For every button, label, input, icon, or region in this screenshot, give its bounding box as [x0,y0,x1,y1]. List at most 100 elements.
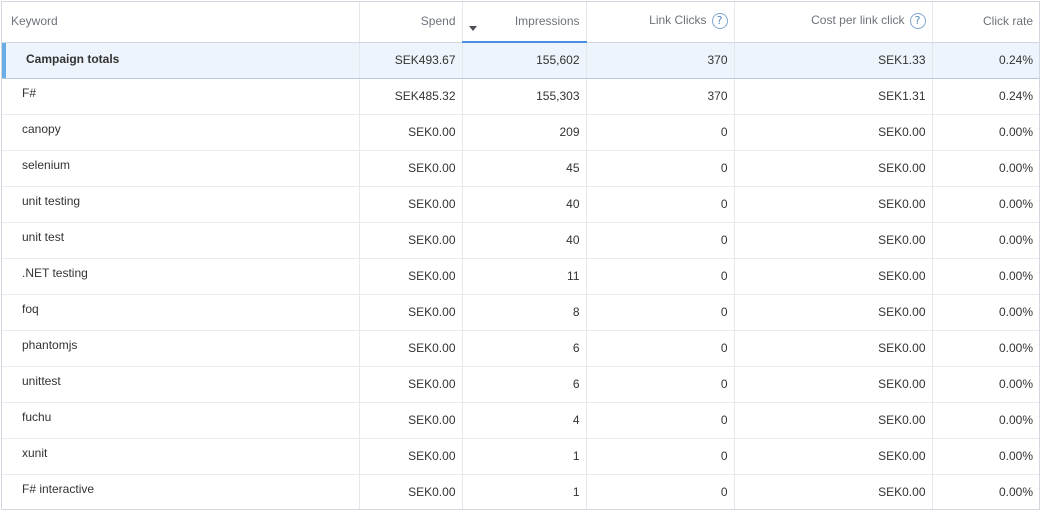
click-rate-cell: 0.00% [932,258,1039,295]
spend-cell: SEK0.00 [359,150,463,187]
totals-label: Campaign totals [26,52,120,66]
totals-keyword-cell: Campaign totals [2,42,360,79]
spend-cell: SEK0.00 [359,186,463,223]
cost-per-link-click-cell: SEK1.31 [734,78,933,115]
impressions-cell: 11 [462,258,587,295]
column-header-label: Link Clicks [649,12,707,27]
column-header-keyword[interactable]: Keyword [2,2,360,43]
cost-per-link-click-cell: SEK0.00 [734,294,933,331]
link-clicks-cell: 0 [586,222,735,259]
table-row[interactable]: xunit SEK0.00 1 0 SEK0.00 0.00% [2,438,1039,475]
table-row[interactable]: selenium SEK0.00 45 0 SEK0.00 0.00% [2,150,1039,187]
keyword-cell: fuchu [2,402,360,439]
keyword-label: canopy [22,122,61,136]
column-header-label: Cost per link click [811,12,905,27]
keyword-cell: F# [2,78,360,115]
spend-cell: SEK0.00 [359,222,463,259]
cost-per-link-click-cell: SEK0.00 [734,186,933,223]
table-row[interactable]: unit testing SEK0.00 40 0 SEK0.00 0.00% [2,186,1039,223]
keyword-cell: xunit [2,438,360,475]
table-row[interactable]: phantomjs SEK0.00 6 0 SEK0.00 0.00% [2,330,1039,367]
table-body: Campaign totals SEK493.67 155,602 370 SE… [2,42,1039,509]
keyword-label: .NET testing [22,266,88,280]
help-icon[interactable]: ? [909,12,926,29]
impressions-cell: 6 [462,330,587,367]
keyword-label: selenium [22,158,71,172]
table-row[interactable]: canopy SEK0.00 209 0 SEK0.00 0.00% [2,114,1039,151]
keyword-label: unittest [22,374,61,388]
link-clicks-cell: 0 [586,114,735,151]
spend-cell: SEK485.32 [359,78,463,115]
click-rate-cell: 0.00% [932,186,1039,223]
table-row[interactable]: F# interactive SEK0.00 1 0 SEK0.00 0.00% [2,474,1039,509]
column-header-label: Keyword [11,13,58,28]
header-row: Keyword Spend Impressions Link Clicks? C… [2,2,1039,43]
link-clicks-cell: 0 [586,150,735,187]
column-header-label: Spend [420,13,456,28]
link-clicks-cell: 0 [586,474,735,509]
keyword-label: F# [22,86,37,100]
link-clicks-cell: 0 [586,258,735,295]
link-clicks-cell: 0 [586,438,735,475]
impressions-cell: 40 [462,222,587,259]
link-clicks-cell: 0 [586,402,735,439]
column-header-label: Impressions [514,13,580,28]
cost-per-link-click-cell: SEK0.00 [734,402,933,439]
column-header-cost-per-link-click[interactable]: Cost per link click? [734,2,933,43]
sort-descending-icon [468,26,477,31]
click-rate-cell: 0.00% [932,150,1039,187]
keyword-label: unit testing [22,194,81,208]
cost-per-link-click-cell: SEK0.00 [734,150,933,187]
link-clicks-cell: 0 [586,330,735,367]
spend-cell: SEK0.00 [359,474,463,509]
keyword-label: phantomjs [22,338,78,352]
campaign-totals-row: Campaign totals SEK493.67 155,602 370 SE… [2,42,1039,79]
table-row[interactable]: F# SEK485.32 155,303 370 SEK1.31 0.24% [2,78,1039,115]
spend-cell: SEK0.00 [359,438,463,475]
keyword-cell: unittest [2,366,360,403]
keyword-cell: unit testing [2,186,360,223]
keyword-cell: phantomjs [2,330,360,367]
spend-cell: SEK0.00 [359,402,463,439]
keyword-cell: F# interactive [2,474,360,509]
keyword-label: unit test [22,230,65,244]
cost-per-link-click-cell: SEK0.00 [734,258,933,295]
cost-per-link-click-cell: SEK0.00 [734,438,933,475]
column-header-impressions[interactable]: Impressions [462,2,587,43]
impressions-cell: 209 [462,114,587,151]
keyword-cell: foq [2,294,360,331]
totals-click-rate-cell: 0.24% [932,42,1039,79]
column-header-spend[interactable]: Spend [359,2,463,43]
click-rate-cell: 0.00% [932,330,1039,367]
cost-per-link-click-cell: SEK0.00 [734,114,933,151]
column-header-link-clicks[interactable]: Link Clicks? [586,2,735,43]
link-clicks-cell: 370 [586,78,735,115]
keyword-cell: selenium [2,150,360,187]
column-header-click-rate[interactable]: Click rate [932,2,1039,43]
column-header-label: Click rate [982,13,1033,28]
table-row[interactable]: foq SEK0.00 8 0 SEK0.00 0.00% [2,294,1039,331]
keyword-cell: .NET testing [2,258,360,295]
help-icon[interactable]: ? [711,12,728,29]
keyword-report-table-container: Keyword Spend Impressions Link Clicks? C… [1,1,1040,510]
impressions-cell: 45 [462,150,587,187]
table-row[interactable]: unittest SEK0.00 6 0 SEK0.00 0.00% [2,366,1039,403]
table-row[interactable]: fuchu SEK0.00 4 0 SEK0.00 0.00% [2,402,1039,439]
table-row[interactable]: .NET testing SEK0.00 11 0 SEK0.00 0.00% [2,258,1039,295]
cost-per-link-click-cell: SEK0.00 [734,474,933,509]
impressions-cell: 4 [462,402,587,439]
spend-cell: SEK0.00 [359,258,463,295]
table-row[interactable]: unit test SEK0.00 40 0 SEK0.00 0.00% [2,222,1039,259]
click-rate-cell: 0.00% [932,222,1039,259]
keyword-label: foq [22,302,39,316]
spend-cell: SEK0.00 [359,294,463,331]
impressions-cell: 155,303 [462,78,587,115]
impressions-cell: 8 [462,294,587,331]
spend-cell: SEK0.00 [359,114,463,151]
keyword-label: fuchu [22,410,52,424]
impressions-cell: 1 [462,474,587,509]
click-rate-cell: 0.00% [932,474,1039,509]
impressions-cell: 6 [462,366,587,403]
cost-per-link-click-cell: SEK0.00 [734,330,933,367]
totals-spend-cell: SEK493.67 [359,42,463,79]
